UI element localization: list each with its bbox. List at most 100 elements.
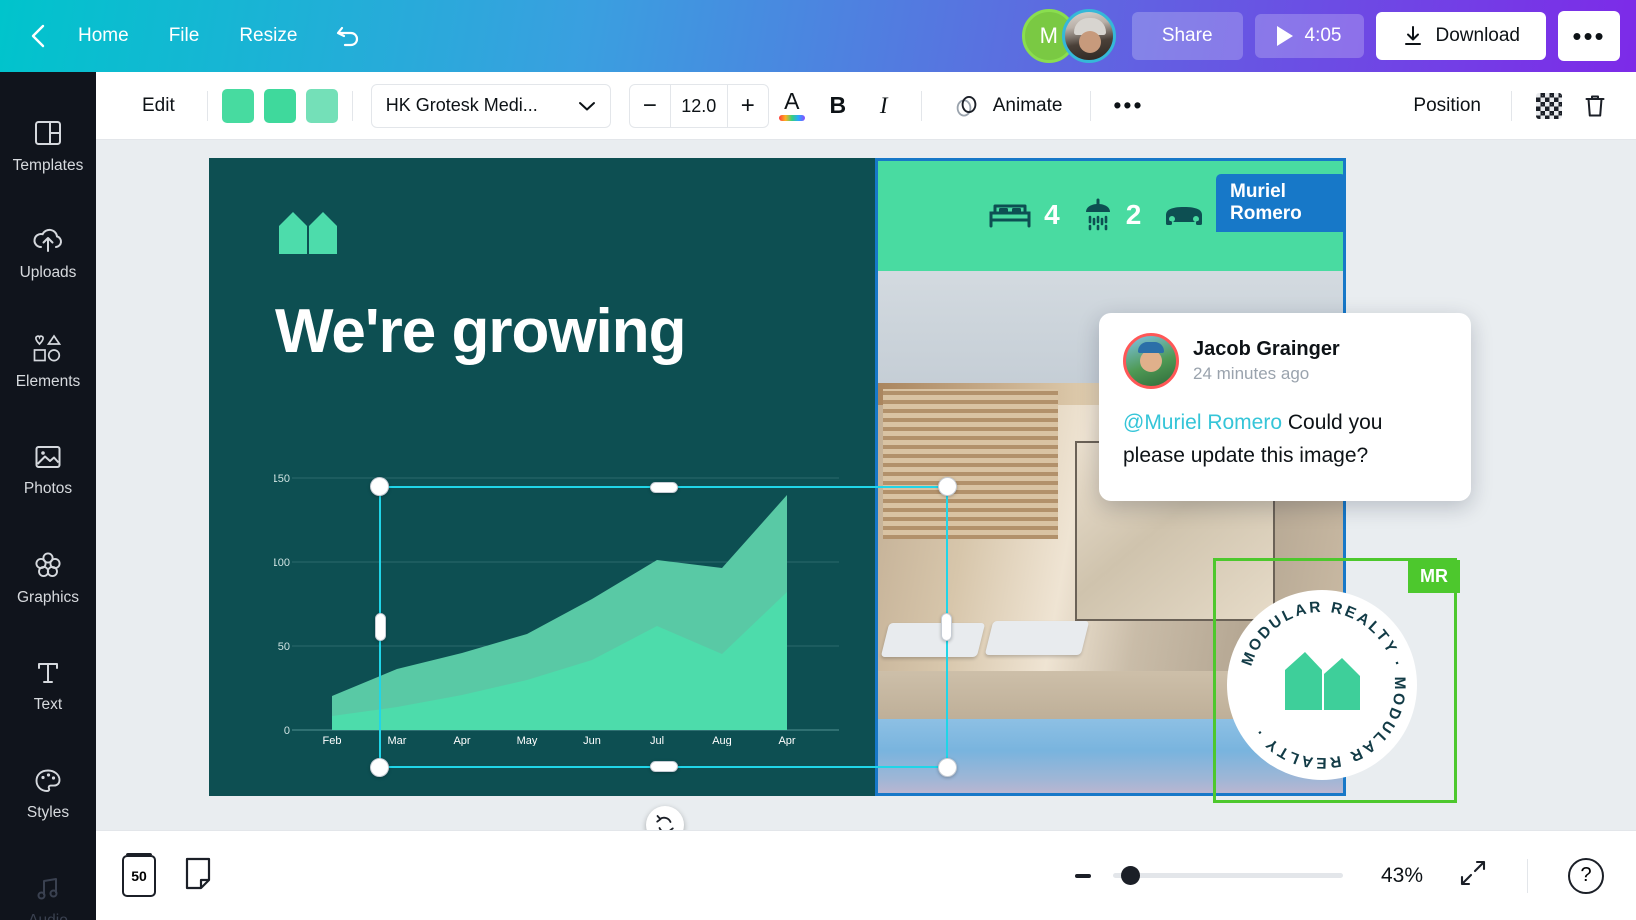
- modular-realty-seal: MODULAR REALTY · MODULAR REALTY ·: [1227, 590, 1417, 780]
- element-owner-badge: MR: [1408, 560, 1460, 593]
- chevron-left-icon: [28, 23, 48, 49]
- edit-button[interactable]: Edit: [124, 86, 193, 126]
- zoom-slider[interactable]: [1113, 873, 1343, 878]
- xtick-2: Apr: [453, 735, 470, 746]
- shapes-icon: [31, 334, 65, 364]
- design-left-panel[interactable]: We're growing 150 100: [209, 158, 875, 796]
- header-left-group: Home File Resize: [0, 14, 371, 58]
- sidebar-item-elements[interactable]: Elements: [0, 308, 96, 416]
- font-size-input[interactable]: 12.0: [670, 84, 728, 128]
- zoom-out-button[interactable]: [1075, 874, 1091, 878]
- share-button[interactable]: Share: [1132, 12, 1243, 60]
- xtick-5: Jul: [650, 735, 664, 746]
- comment-header: Jacob Grainger 24 minutes ago: [1123, 333, 1447, 389]
- left-sidebar: Templates Uploads Elements Ph: [0, 72, 96, 920]
- italic-button[interactable]: I: [861, 83, 907, 129]
- flower-icon: [33, 550, 63, 580]
- sidebar-item-text[interactable]: Text: [0, 632, 96, 740]
- font-size-stepper: − 12.0 +: [629, 84, 769, 128]
- ytick-50: 50: [278, 641, 290, 653]
- collaborator-avatars[interactable]: M: [1022, 9, 1116, 63]
- expand-icon: [1459, 859, 1487, 887]
- download-icon: [1402, 24, 1424, 48]
- notes-button[interactable]: [184, 856, 212, 895]
- color-swatch-group: [222, 89, 338, 123]
- comment-body: @Muriel Romero Could you please update t…: [1123, 407, 1447, 472]
- shower-icon: [1082, 198, 1114, 232]
- templates-icon: [33, 118, 63, 148]
- avatar-photo[interactable]: [1062, 9, 1116, 63]
- car-icon: [1163, 202, 1205, 228]
- canva-editor-window: Home File Resize M Share 4:05: [0, 0, 1636, 920]
- font-size-increase[interactable]: +: [728, 84, 768, 128]
- menu-resize[interactable]: Resize: [219, 16, 317, 56]
- sidebar-label-text: Text: [34, 696, 62, 714]
- text-color-button[interactable]: A: [769, 83, 815, 129]
- comment-author-avatar: [1123, 333, 1179, 389]
- help-button[interactable]: ?: [1568, 858, 1604, 894]
- photo-wood-slats: [883, 389, 1058, 539]
- sidebar-item-photos[interactable]: Photos: [0, 416, 96, 524]
- toolbar-more-button[interactable]: •••: [1105, 83, 1151, 129]
- undo-button[interactable]: [327, 14, 371, 58]
- design-headline[interactable]: We're growing: [275, 296, 686, 367]
- zoom-slider-knob[interactable]: [1121, 866, 1140, 885]
- text-t-icon: [34, 659, 62, 687]
- twin-house-logo: [277, 210, 339, 254]
- color-swatch-3[interactable]: [306, 89, 338, 123]
- toolbar-divider-3: [921, 91, 922, 121]
- back-button[interactable]: [18, 16, 58, 56]
- present-button[interactable]: 4:05: [1255, 14, 1364, 58]
- comment-author-name: Jacob Grainger: [1193, 338, 1340, 361]
- xtick-0: Feb: [323, 735, 342, 746]
- header-right-group: M Share 4:05 Download •••: [1022, 9, 1636, 63]
- sidebar-item-styles[interactable]: Styles: [0, 740, 96, 848]
- photo-lounger-1: [881, 623, 985, 657]
- bottom-status-bar: 50 43% ?: [96, 830, 1636, 920]
- animate-icon: [954, 93, 982, 119]
- sidebar-item-audio[interactable]: Audio: [0, 848, 96, 920]
- animate-button[interactable]: Animate: [940, 85, 1077, 127]
- sidebar-label-elements: Elements: [16, 373, 81, 391]
- ytick-150: 150: [274, 473, 290, 485]
- seal-textpath: MODULAR REALTY · MODULAR REALTY ·: [1239, 599, 1408, 771]
- font-family-select[interactable]: HK Grotesk Medi...: [371, 84, 611, 128]
- menu-home[interactable]: Home: [58, 16, 149, 56]
- font-size-decrease[interactable]: −: [630, 84, 670, 128]
- comment-mention[interactable]: @Muriel Romero: [1123, 411, 1282, 434]
- canvas-area[interactable]: We're growing 150 100: [96, 140, 1636, 830]
- toolbar-divider: [207, 91, 208, 121]
- transparency-button[interactable]: [1526, 83, 1572, 129]
- xtick-7: Apr: [778, 735, 795, 746]
- area-chart[interactable]: 150 100 50 0 Feb Mar Apr May Jun Jul Aug…: [274, 470, 839, 746]
- comment-author-block: Jacob Grainger 24 minutes ago: [1193, 338, 1340, 384]
- chart-svg: 150 100 50 0 Feb Mar Apr May Jun Jul Aug…: [274, 470, 839, 746]
- color-swatch-1[interactable]: [222, 89, 254, 123]
- sidebar-item-graphics[interactable]: Graphics: [0, 524, 96, 632]
- toolbar-divider-2: [352, 91, 353, 121]
- bottom-divider: [1527, 859, 1528, 893]
- collaborator-name-tag: Muriel Romero: [1216, 174, 1346, 232]
- header-more-button[interactable]: •••: [1558, 11, 1620, 61]
- bold-button[interactable]: B: [815, 83, 861, 129]
- sidebar-item-uploads[interactable]: Uploads: [0, 200, 96, 308]
- seal-house-right: [1324, 658, 1360, 710]
- position-button[interactable]: Position: [1397, 86, 1497, 126]
- download-button[interactable]: Download: [1376, 12, 1547, 60]
- top-header-bar: Home File Resize M Share 4:05: [0, 0, 1636, 72]
- delete-button[interactable]: [1572, 83, 1618, 129]
- sidebar-label-graphics: Graphics: [17, 589, 79, 607]
- palette-icon: [33, 767, 63, 795]
- ytick-100: 100: [274, 557, 290, 569]
- present-timer: 4:05: [1305, 25, 1342, 47]
- sidebar-item-templates[interactable]: Templates: [0, 92, 96, 200]
- font-family-value: HK Grotesk Medi...: [386, 95, 538, 116]
- chevron-down-icon: [578, 100, 596, 112]
- color-swatch-2[interactable]: [264, 89, 296, 123]
- upload-cloud-icon: [32, 227, 64, 255]
- fullscreen-button[interactable]: [1459, 859, 1487, 892]
- menu-file[interactable]: File: [149, 16, 220, 56]
- seal-svg: MODULAR REALTY · MODULAR REALTY ·: [1227, 590, 1417, 780]
- comment-card[interactable]: Jacob Grainger 24 minutes ago @Muriel Ro…: [1099, 313, 1471, 501]
- page-count-button[interactable]: 50: [122, 855, 156, 897]
